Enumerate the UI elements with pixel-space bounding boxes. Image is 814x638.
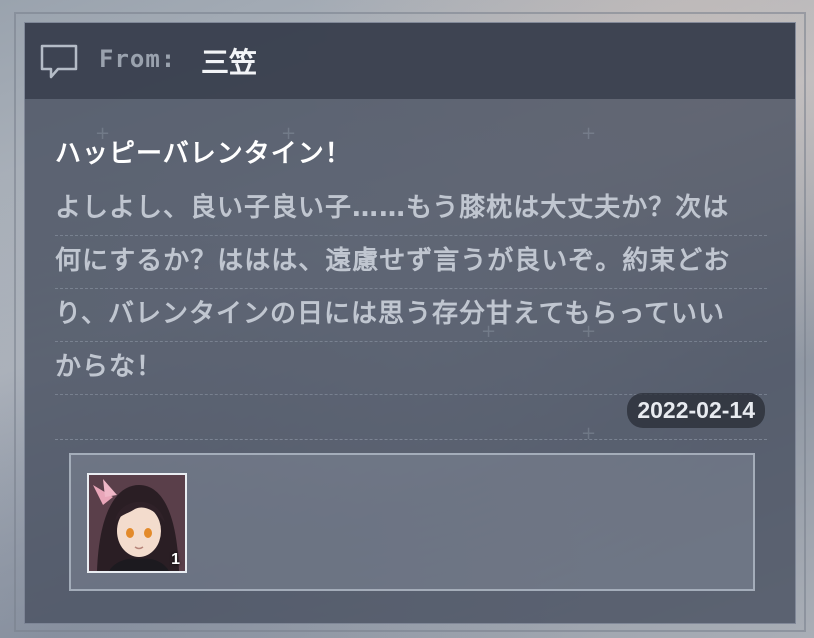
decor-plus: + <box>581 423 597 444</box>
mail-body-line: よしよし、良い子良い子……もう膝枕は大丈夫か？次は <box>55 183 767 236</box>
mail-header: From: 三笠 <box>25 23 795 99</box>
divider <box>55 439 767 440</box>
mail-body-line: り、バレンタインの日には思う存分甘えてもらっていい <box>55 289 767 342</box>
message-bubble-icon <box>40 44 78 79</box>
mail-date: 2022-02-14 <box>627 393 765 428</box>
mail-body: よしよし、良い子良い子……もう膝枕は大丈夫か？次は 何にするか？ははは、遠慮せず… <box>55 183 767 395</box>
from-label: From: <box>99 45 177 73</box>
attachment-item[interactable]: 1 <box>87 473 187 573</box>
sender-name: 三笠 <box>201 46 258 79</box>
mail-panel: From: 三笠 + + + + + + ハッピーバレンタイン！ よしよし、良い… <box>24 22 796 624</box>
item-count: 1 <box>171 551 180 568</box>
attachment-area: 1 <box>69 453 755 591</box>
mail-body-line: からな！ <box>55 342 767 395</box>
decor-plus: + <box>581 123 597 144</box>
mail-title: ハッピーバレンタイン！ <box>55 139 352 169</box>
mail-body-line: 何にするか？ははは、遠慮せず言うが良いぞ。約束どお <box>55 236 767 289</box>
